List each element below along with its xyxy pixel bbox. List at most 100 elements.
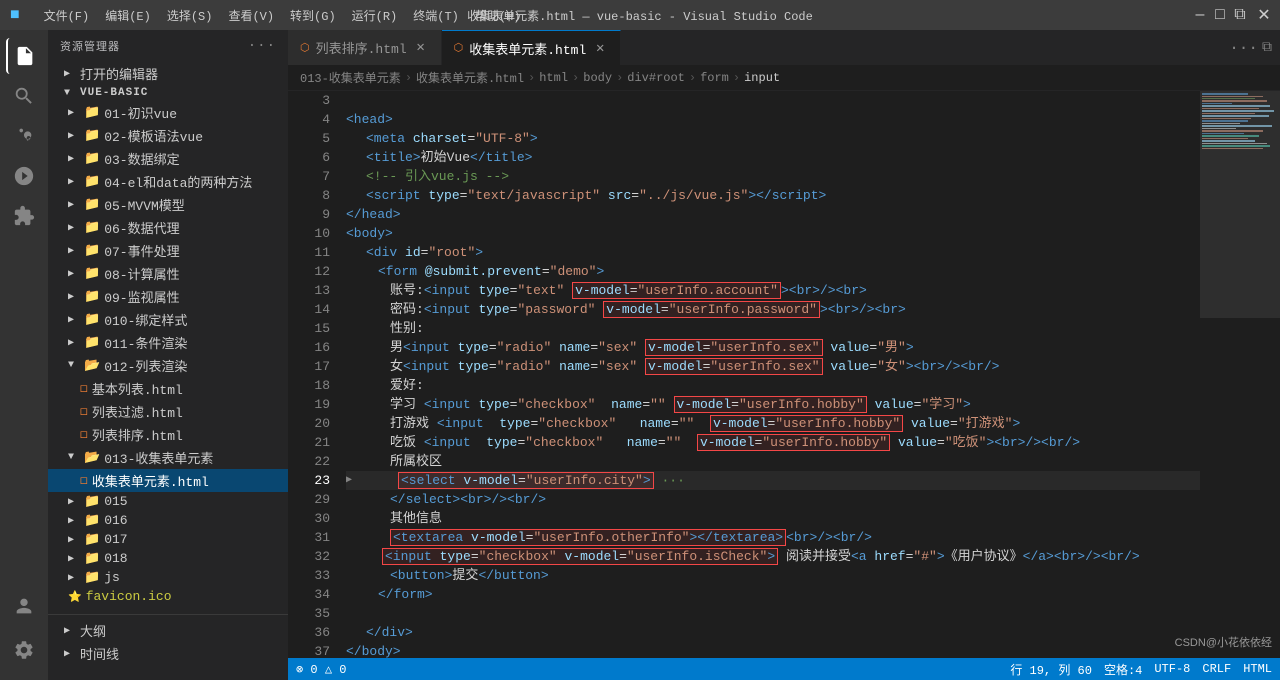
sidebar-timeline[interactable]: ▶ 时间线: [48, 642, 288, 665]
sidebar-item-label: 03-数据绑定: [104, 149, 179, 168]
collapse-button[interactable]: ▶: [346, 471, 358, 490]
folder-icon: 📁: [84, 570, 100, 585]
sidebar-item-010[interactable]: ▶ 📁 010-绑定样式: [48, 308, 288, 331]
sidebar-item-js[interactable]: ▶ 📁 js: [48, 568, 288, 587]
sidebar-root[interactable]: ▼ VUE-BASIC: [48, 85, 288, 101]
sidebar-item-03[interactable]: ▶ 📁 03-数据绑定: [48, 147, 288, 170]
breadcrumb-sep: ›: [528, 71, 535, 85]
activity-settings-icon[interactable]: [6, 632, 42, 668]
folder-icon: 📁: [84, 220, 100, 235]
sidebar-item-07[interactable]: ▶ 📁 07-事件处理: [48, 239, 288, 262]
sidebar-item-label: 基本列表.html: [92, 379, 183, 398]
sidebar-item-017[interactable]: ▶ 📁 017: [48, 530, 288, 549]
status-eol[interactable]: CRLF: [1202, 662, 1231, 676]
app-container: 资源管理器 ··· ▶ 打开的编辑器 ▼ VUE-BASIC ▶ 📁 01-初识…: [0, 30, 1280, 680]
sidebar-item-013[interactable]: ▼ 📂 013-收集表单元素: [48, 446, 288, 469]
breadcrumb-item[interactable]: html: [539, 71, 568, 85]
window-controls: ‒ □ ⧉ ✕: [1194, 9, 1270, 21]
sidebar-item-label: favicon.ico: [86, 589, 172, 604]
sidebar-item-09[interactable]: ▶ 📁 09-监视属性: [48, 285, 288, 308]
code-line: 爱好:: [346, 376, 1200, 395]
menu-edit[interactable]: 编辑(E): [105, 7, 151, 24]
tab-listsort[interactable]: ⬡ 列表排序.html ✕: [288, 30, 442, 65]
activity-account-icon[interactable]: [6, 588, 42, 624]
sidebar-open-editors[interactable]: ▶ 打开的编辑器: [48, 62, 288, 85]
breadcrumb-item[interactable]: 收集表单元素.html: [416, 69, 524, 86]
activity-debug-icon[interactable]: [6, 158, 42, 194]
breadcrumb-current: input: [744, 71, 780, 85]
window-close-button[interactable]: ✕: [1258, 9, 1270, 21]
sidebar-item-018[interactable]: ▶ 📁 018: [48, 549, 288, 568]
sidebar-item-04[interactable]: ▶ 📁 04-el和data的两种方法: [48, 170, 288, 193]
breadcrumb: 013-收集表单元素 › 收集表单元素.html › html › body ›…: [288, 65, 1280, 91]
menu-goto[interactable]: 转到(G): [290, 7, 336, 24]
line-number: 16: [288, 338, 330, 357]
code-editor[interactable]: <head> <meta charset="UTF-8"> <title>初始V…: [338, 91, 1200, 658]
sidebar-item-015[interactable]: ▶ 📁 015: [48, 492, 288, 511]
titlebar-menu-group: ■ 文件(F) 编辑(E) 选择(S) 查看(V) 转到(G) 运行(R) 终端…: [10, 6, 520, 24]
arrow-icon: ▶: [68, 130, 80, 142]
sidebar-item-02[interactable]: ▶ 📁 02-模板语法vue: [48, 124, 288, 147]
titlebar: ■ 文件(F) 编辑(E) 选择(S) 查看(V) 转到(G) 运行(R) 终端…: [0, 0, 1280, 30]
sidebar-item-list-filter[interactable]: ◻ 列表过滤.html: [48, 400, 288, 423]
menu-view[interactable]: 查看(V): [228, 7, 274, 24]
arrow-icon: ▶: [68, 199, 80, 211]
window-maximize-button[interactable]: □: [1214, 9, 1226, 21]
activity-extensions-icon[interactable]: [6, 198, 42, 234]
sidebar-outline[interactable]: ▶ 大纲: [48, 619, 288, 642]
sidebar-item-list-sort[interactable]: ◻ 列表排序.html: [48, 423, 288, 446]
activity-git-icon[interactable]: [6, 118, 42, 154]
breadcrumb-item[interactable]: body: [583, 71, 612, 85]
sidebar-item-favicon[interactable]: ⭐ favicon.ico: [48, 587, 288, 606]
tab-close-button[interactable]: ✕: [413, 40, 429, 56]
breadcrumb-item[interactable]: div#root: [627, 71, 685, 85]
arrow-icon: ▶: [68, 268, 80, 280]
menu-file[interactable]: 文件(F): [44, 7, 90, 24]
sidebar-item-collect-form[interactable]: ◻ 收集表单元素.html: [48, 469, 288, 492]
activity-search-icon[interactable]: [6, 78, 42, 114]
sidebar-item-label: 04-el和data的两种方法: [104, 172, 252, 191]
folder-icon: 📁: [84, 243, 100, 258]
sidebar-item-label: 列表排序.html: [92, 425, 183, 444]
status-errors[interactable]: ⊗ 0 △ 0: [296, 662, 346, 677]
breadcrumb-item[interactable]: 013-收集表单元素: [300, 69, 401, 86]
sidebar-item-011[interactable]: ▶ 📁 011-条件渲染: [48, 331, 288, 354]
tab-close-button[interactable]: ✕: [592, 40, 608, 56]
sidebar-item-basic-list[interactable]: ◻ 基本列表.html: [48, 377, 288, 400]
tab-html-icon: ⬡: [454, 41, 464, 55]
sidebar-item-016[interactable]: ▶ 📁 016: [48, 511, 288, 530]
split-editor-button[interactable]: ⧉: [1262, 40, 1272, 56]
sidebar-item-012[interactable]: ▼ 📂 012-列表渲染: [48, 354, 288, 377]
line-number: 18: [288, 376, 330, 395]
sidebar-item-06[interactable]: ▶ 📁 06-数据代理: [48, 216, 288, 239]
activity-explorer-icon[interactable]: [6, 38, 42, 74]
sidebar-item-08[interactable]: ▶ 📁 08-计算属性: [48, 262, 288, 285]
sidebar-item-label: 015: [104, 494, 127, 509]
code-line: </div>: [346, 623, 1200, 642]
status-spaces[interactable]: 空格:4: [1104, 661, 1142, 678]
tab-collect[interactable]: ⬡ 收集表单元素.html ✕: [442, 30, 622, 65]
sidebar-tree: ▶ 打开的编辑器 ▼ VUE-BASIC ▶ 📁 01-初识vue ▶ 📁 02…: [48, 62, 288, 680]
sidebar-title: 资源管理器: [60, 38, 120, 54]
window-minimize-button[interactable]: ‒: [1194, 9, 1206, 21]
breadcrumb-sep: ›: [616, 71, 623, 85]
breadcrumb-item[interactable]: form: [700, 71, 729, 85]
menu-select[interactable]: 选择(S): [167, 7, 213, 24]
code-line: </body>: [346, 642, 1200, 658]
sidebar-item-01[interactable]: ▶ 📁 01-初识vue: [48, 101, 288, 124]
sidebar-item-05[interactable]: ▶ 📁 05-MVVM模型: [48, 193, 288, 216]
sidebar-header: 资源管理器 ···: [48, 30, 288, 62]
code-line: <textarea v-model="userInfo.otherInfo"><…: [346, 528, 1200, 547]
line-number: 31: [288, 528, 330, 547]
status-encoding[interactable]: UTF-8: [1154, 662, 1190, 676]
status-position[interactable]: 行 19, 列 60: [1010, 661, 1092, 678]
sidebar-more-button[interactable]: ···: [248, 38, 276, 54]
window-layout-button[interactable]: ⧉: [1234, 9, 1246, 21]
breadcrumb-sep: ›: [572, 71, 579, 85]
arrow-icon: ▶: [68, 515, 80, 527]
menu-run[interactable]: 运行(R): [352, 7, 398, 24]
menu-terminal[interactable]: 终端(T): [413, 7, 459, 24]
tabs-more-button[interactable]: ···: [1229, 39, 1258, 57]
status-language[interactable]: HTML: [1243, 662, 1272, 676]
sidebar-item-label: 06-数据代理: [104, 218, 179, 237]
